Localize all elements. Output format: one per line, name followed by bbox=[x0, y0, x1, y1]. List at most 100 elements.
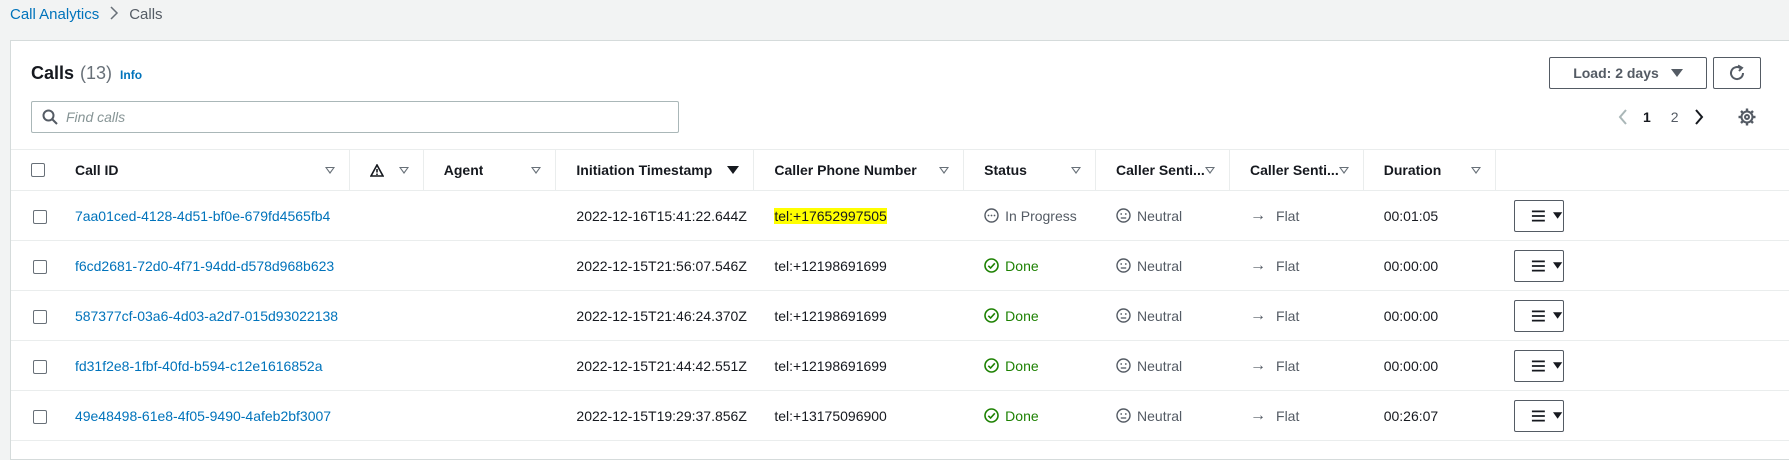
sort-icon[interactable] bbox=[325, 167, 335, 174]
row-checkbox[interactable] bbox=[33, 410, 47, 424]
sort-icon[interactable] bbox=[1471, 167, 1481, 174]
row-checkbox[interactable] bbox=[33, 360, 47, 374]
call-id-link[interactable]: 587377cf-03a6-4d03-a2d7-015d93022138 bbox=[75, 308, 338, 324]
duration-cell: 00:01:05 bbox=[1384, 208, 1439, 224]
arrow-right-icon: → bbox=[1250, 407, 1266, 425]
caret-down-icon bbox=[1553, 362, 1562, 370]
calls-count: (13) bbox=[80, 63, 112, 84]
neutral-face-icon bbox=[1116, 308, 1131, 323]
row-checkbox[interactable] bbox=[33, 210, 47, 224]
sort-icon[interactable] bbox=[399, 167, 409, 174]
menu-icon bbox=[1531, 259, 1546, 273]
sentiment-label: Neutral bbox=[1137, 258, 1182, 274]
duration-cell: 00:00:00 bbox=[1384, 258, 1439, 274]
sort-icon[interactable] bbox=[531, 167, 541, 174]
column-caller-sentiment-trend[interactable]: Caller Senti... bbox=[1230, 150, 1364, 191]
sort-icon[interactable] bbox=[939, 167, 949, 174]
table-row[interactable]: 587377cf-03a6-4d03-a2d7-015d93022138 202… bbox=[11, 291, 1789, 341]
sentiment-trend-cell: → Flat bbox=[1250, 307, 1364, 325]
duration-cell: 00:00:00 bbox=[1384, 358, 1439, 374]
check-circle-icon bbox=[984, 408, 999, 423]
neutral-face-icon bbox=[1116, 208, 1131, 223]
call-id-link[interactable]: 7aa01ced-4128-4d51-bf0e-679fd4565fb4 bbox=[75, 208, 330, 224]
status-badge: Done bbox=[984, 258, 1096, 274]
pagination: 1 2 bbox=[1613, 103, 1709, 131]
trend-label: Flat bbox=[1276, 308, 1299, 324]
initiation-timestamp-cell: 2022-12-16T15:41:22.644Z bbox=[576, 208, 746, 224]
sort-icon[interactable] bbox=[1071, 167, 1081, 174]
call-id-link[interactable]: f6cd2681-72d0-4f71-94dd-d578d968b623 bbox=[75, 258, 334, 274]
sort-descending-icon[interactable] bbox=[727, 166, 739, 174]
initiation-timestamp-cell: 2022-12-15T19:29:37.856Z bbox=[576, 408, 746, 424]
column-alert[interactable] bbox=[350, 150, 424, 191]
row-actions-button[interactable] bbox=[1514, 200, 1564, 232]
column-duration[interactable]: Duration bbox=[1364, 150, 1496, 191]
sentiment-trend-cell: → Flat bbox=[1250, 207, 1364, 225]
caller-phone-cell: tel:+12198691699 bbox=[774, 358, 887, 374]
status-label: Done bbox=[1005, 258, 1038, 274]
row-actions-button[interactable] bbox=[1514, 350, 1564, 382]
page-2[interactable]: 2 bbox=[1671, 109, 1679, 125]
info-link[interactable]: Info bbox=[120, 68, 142, 82]
column-call-id[interactable]: Call ID bbox=[64, 150, 350, 191]
row-actions-button[interactable] bbox=[1514, 250, 1564, 282]
sentiment-trend-cell: → Flat bbox=[1250, 357, 1364, 375]
in-progress-icon bbox=[984, 208, 999, 223]
caret-down-icon bbox=[1553, 312, 1562, 320]
sentiment-trend-cell: → Flat bbox=[1250, 257, 1364, 275]
caret-down-icon bbox=[1671, 69, 1683, 77]
initiation-timestamp-cell: 2022-12-15T21:44:42.551Z bbox=[576, 358, 746, 374]
column-status[interactable]: Status bbox=[964, 150, 1096, 191]
clock-icon bbox=[984, 208, 999, 223]
select-all-checkbox[interactable] bbox=[31, 163, 45, 177]
call-id-link[interactable]: fd31f2e8-1fbf-40fd-b594-c12e1616852a bbox=[75, 358, 323, 374]
status-badge: Done bbox=[984, 308, 1096, 324]
column-caller-sentiment[interactable]: Caller Senti... bbox=[1096, 150, 1230, 191]
table-row[interactable]: 49e48498-61e8-4f05-9490-4afeb2bf3007 202… bbox=[11, 391, 1789, 441]
initiation-timestamp-cell: 2022-12-15T21:56:07.546Z bbox=[576, 258, 746, 274]
duration-cell: 00:26:07 bbox=[1384, 408, 1439, 424]
next-page-icon[interactable] bbox=[1689, 107, 1709, 127]
call-id-link[interactable]: 49e48498-61e8-4f05-9490-4afeb2bf3007 bbox=[75, 408, 331, 424]
menu-icon bbox=[1531, 359, 1546, 373]
trend-label: Flat bbox=[1276, 408, 1299, 424]
column-actions bbox=[1496, 150, 1789, 191]
search-box bbox=[31, 101, 679, 133]
settings-button[interactable] bbox=[1735, 105, 1759, 129]
sort-icon[interactable] bbox=[1339, 167, 1349, 174]
sort-icon[interactable] bbox=[1205, 167, 1215, 174]
table-row[interactable]: f6cd2681-72d0-4f71-94dd-d578d968b623 202… bbox=[11, 241, 1789, 291]
row-actions-button[interactable] bbox=[1514, 400, 1564, 432]
neutral-face-icon bbox=[1116, 258, 1131, 273]
check-circle-icon bbox=[984, 358, 999, 373]
status-label: In Progress bbox=[1005, 208, 1077, 224]
sentiment-label: Neutral bbox=[1137, 358, 1182, 374]
arrow-right-icon: → bbox=[1250, 257, 1266, 275]
prev-page-icon[interactable] bbox=[1613, 107, 1633, 127]
status-label: Done bbox=[1005, 358, 1038, 374]
load-range-dropdown[interactable]: Load: 2 days bbox=[1549, 57, 1707, 89]
breadcrumb-call-analytics[interactable]: Call Analytics bbox=[10, 6, 99, 23]
check-circle-icon bbox=[984, 308, 999, 323]
search-icon bbox=[42, 109, 58, 125]
sentiment-cell: Neutral bbox=[1116, 258, 1230, 274]
row-checkbox[interactable] bbox=[33, 260, 47, 274]
refresh-button[interactable] bbox=[1713, 57, 1761, 89]
column-agent[interactable]: Agent bbox=[424, 150, 557, 191]
row-actions-button[interactable] bbox=[1514, 300, 1564, 332]
column-initiation-timestamp[interactable]: Initiation Timestamp bbox=[556, 150, 754, 191]
page-1[interactable]: 1 bbox=[1643, 109, 1651, 125]
table-header-row: Call ID Agent Initiation Timestamp Calle… bbox=[11, 150, 1789, 191]
table-row[interactable]: 7aa01ced-4128-4d51-bf0e-679fd4565fb4 202… bbox=[11, 191, 1789, 241]
calls-panel: Calls (13) Info Load: 2 days 1 2 bbox=[10, 40, 1789, 460]
row-checkbox[interactable] bbox=[33, 310, 47, 324]
check-circle-icon bbox=[984, 258, 999, 273]
status-label: Done bbox=[1005, 408, 1038, 424]
table-row[interactable]: fd31f2e8-1fbf-40fd-b594-c12e1616852a 202… bbox=[11, 341, 1789, 391]
column-caller-phone-number[interactable]: Caller Phone Number bbox=[754, 150, 964, 191]
neutral-face-icon bbox=[1116, 408, 1131, 423]
calls-table: Call ID Agent Initiation Timestamp Calle… bbox=[11, 149, 1789, 441]
sentiment-cell: Neutral bbox=[1116, 408, 1230, 424]
search-input[interactable] bbox=[66, 109, 646, 125]
status-badge: Done bbox=[984, 408, 1096, 424]
